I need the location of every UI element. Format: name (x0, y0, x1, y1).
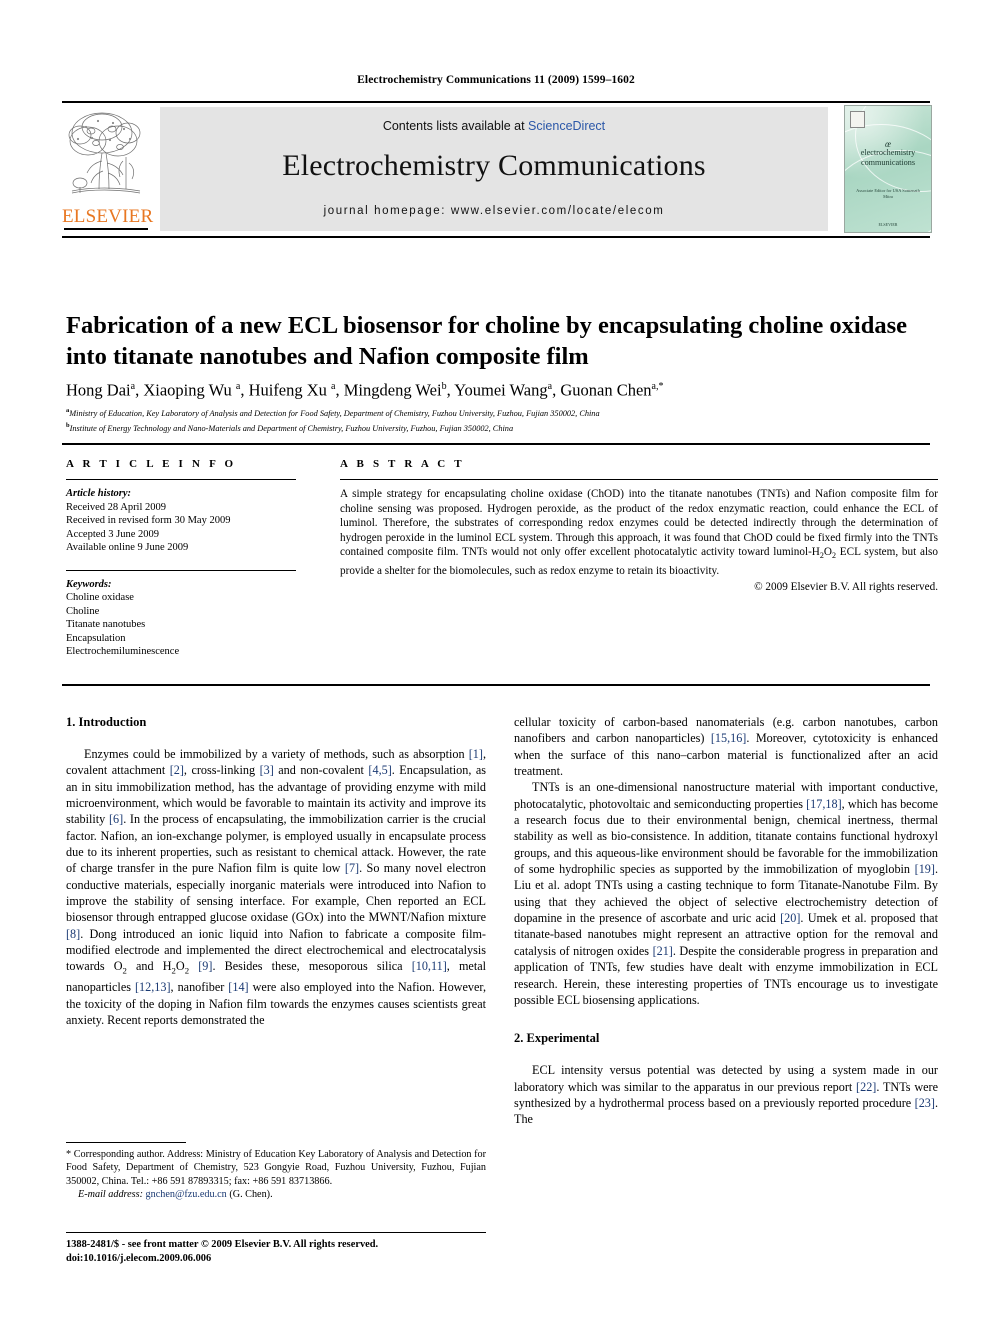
keyword-item: Electrochemiluminescence (66, 646, 180, 657)
email-link[interactable]: gnchen@fzu.edu.cn (146, 1189, 227, 1200)
info-section-top-rule (62, 443, 930, 445)
journal-title: Electrochemistry Communications (282, 149, 706, 182)
corresponding-author-footnote: * Corresponding author. Address: Ministr… (66, 1148, 486, 1202)
elsevier-underline (64, 228, 148, 230)
keyword-item: Choline (66, 605, 100, 617)
article-info-divider (66, 479, 296, 480)
cover-title-line1: electrochemistry (860, 148, 916, 157)
imprint-rule (66, 1232, 486, 1234)
email-label: E-mail address: (78, 1189, 143, 1201)
page-title: Fabrication of a new ECL biosensor for c… (66, 312, 908, 371)
keywords-divider (66, 569, 296, 571)
masthead-bottom-rule (62, 236, 930, 238)
affiliations: aMinistry of Education, Key Laboratory o… (66, 405, 938, 435)
elsevier-logo: ELSEVIER (62, 107, 154, 231)
abstract-column: A B S T R A C T A simple strategy for en… (340, 458, 938, 594)
cover-publisher-mark-icon (850, 111, 865, 128)
section-heading-introduction: 1. Introduction (66, 715, 147, 729)
elsevier-wordmark: ELSEVIER (62, 206, 154, 227)
cover-subtext: Associate Editor for USA Somenath Mitra (856, 188, 920, 199)
section-heading-experimental: 2. Experimental (514, 1031, 600, 1046)
body-column-left: 1. Introduction Enzymes could be immobil… (66, 714, 486, 1028)
elsevier-tree-icon (66, 107, 146, 205)
article-info-heading: A R T I C L E I N F O (66, 458, 237, 470)
paragraph: cellular toxicity of carbon-based nanoma… (514, 715, 938, 779)
author-list: Hong Daia, Xiaoping Wu a, Huifeng Xu a, … (66, 380, 664, 400)
affiliation-b-text: Institute of Energy Technology and Nano-… (69, 423, 514, 433)
affiliation-a: aMinistry of Education, Key Laboratory o… (66, 405, 938, 420)
info-section-bottom-rule (62, 684, 930, 686)
paragraph: TNTs is an one-dimensional nanostructure… (514, 780, 938, 1007)
running-head: Electrochemistry Communications 11 (2009… (357, 74, 635, 86)
journal-masthead: ELSEVIER Contents lists available at Sci… (62, 103, 932, 233)
email-owner: (G. Chen). (229, 1189, 273, 1201)
paragraph: ECL intensity versus potential was detec… (514, 1063, 938, 1127)
body-column-right: cellular toxicity of carbon-based nanoma… (514, 714, 938, 1128)
cover-footer-text: ELSEVIER (878, 222, 898, 227)
journal-homepage-link[interactable]: journal homepage: www.elsevier.com/locat… (160, 205, 828, 217)
email-line: E-mail address: gnchen@fzu.edu.cn (G. Ch… (66, 1188, 486, 1201)
keyword-item: Choline oxidase (66, 592, 134, 603)
paragraph: Enzymes could be immobilized by a variet… (66, 747, 487, 1027)
footnote-rule (66, 1142, 186, 1144)
keyword-item: Encapsulation (66, 632, 126, 644)
journal-article-page: Electrochemistry Communications 11 (2009… (0, 0, 992, 1323)
keywords-label: Keywords: (66, 578, 112, 590)
journal-band: Contents lists available at ScienceDirec… (160, 107, 828, 231)
history-received: Received 28 April 2009 (66, 501, 167, 513)
keywords-block: Keywords: Choline oxidase Choline Titana… (66, 569, 296, 659)
corresponding-author-text: * Corresponding author. Address: Ministr… (66, 1149, 486, 1187)
cover-title-line2: communications (860, 157, 916, 167)
history-accepted: Accepted 3 June 2009 (66, 528, 160, 540)
imprint-block: 1388-2481/$ - see front matter © 2009 El… (66, 1238, 496, 1265)
history-online: Available online 9 June 2009 (66, 542, 189, 553)
abstract-heading: A B S T R A C T (340, 458, 465, 470)
history-revised: Received in revised form 30 May 2009 (66, 515, 231, 526)
contents-available-line: Contents lists available at ScienceDirec… (160, 119, 828, 133)
sciencedirect-link[interactable]: ScienceDirect (528, 119, 605, 133)
abstract-copyright: © 2009 Elsevier B.V. All rights reserved… (754, 580, 938, 593)
cover-title: electrochemistry communications (851, 148, 925, 167)
imprint-line-doi: doi:10.1016/j.elecom.2009.06.006 (66, 1252, 212, 1264)
contents-prefix: Contents lists available at (382, 119, 529, 133)
affiliation-a-text: Ministry of Education, Key Laboratory of… (69, 408, 600, 418)
keyword-item: Titanate nanotubes (66, 619, 146, 630)
abstract-body: A simple strategy for encapsulating chol… (340, 488, 938, 578)
imprint-line-issn: 1388-2481/$ - see front matter © 2009 El… (66, 1239, 379, 1250)
article-history-label: Article history: (66, 488, 132, 499)
affiliation-b: bInstitute of Energy Technology and Nano… (66, 420, 938, 435)
article-info-column: A R T I C L E I N F O Article history: R… (66, 458, 296, 659)
abstract-divider (340, 479, 938, 480)
journal-cover-thumbnail: œ electrochemistry communications Associ… (844, 105, 932, 233)
